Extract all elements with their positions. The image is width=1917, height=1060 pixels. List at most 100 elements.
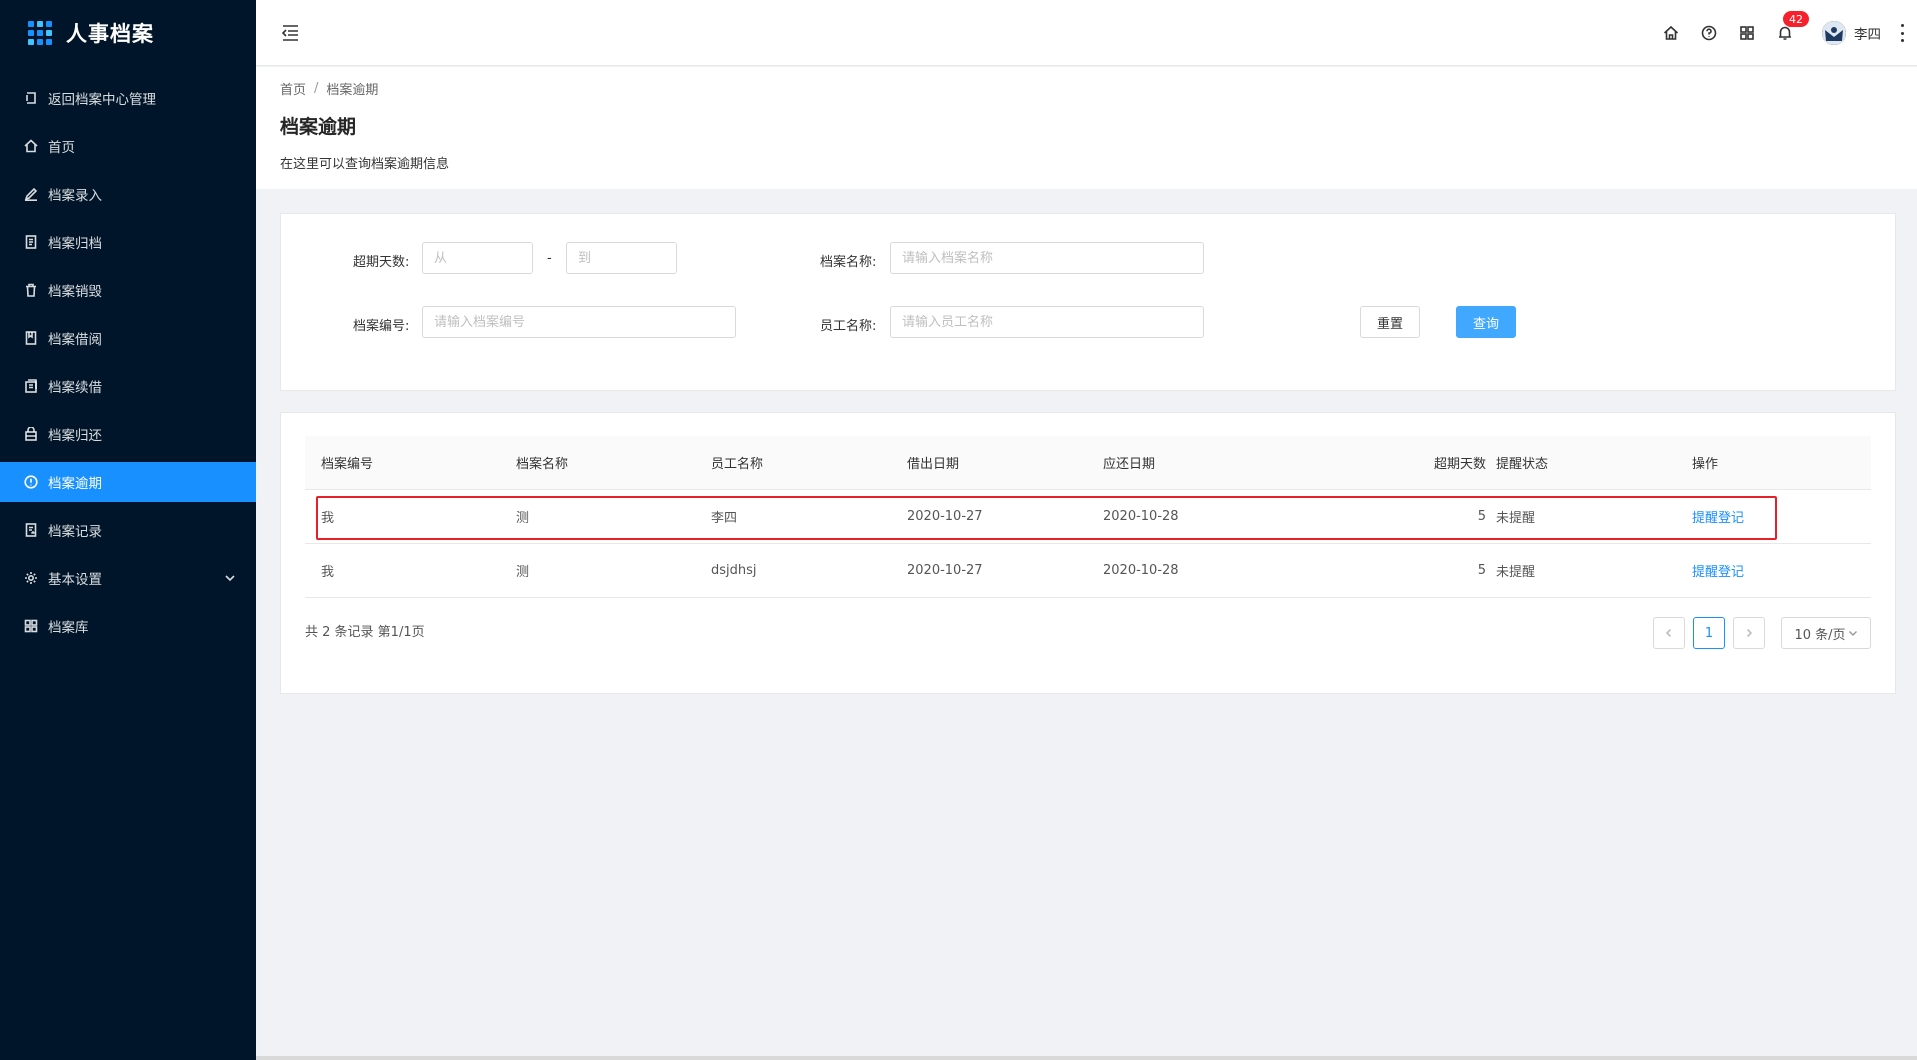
sidebar-item-label: 档案续借 — [48, 380, 102, 396]
cell-overdue-days: 5 — [1477, 509, 1486, 524]
cell-borrow-date: 2020-10-27 — [907, 509, 983, 524]
chevron-down-icon — [224, 572, 236, 588]
page-size-value: 10 条/页 — [1794, 627, 1846, 643]
breadcrumb-current: 档案逾期 — [326, 83, 379, 98]
edit-icon — [24, 187, 38, 201]
menu-fold-icon[interactable] — [280, 24, 300, 42]
col-due-date: 应还日期 — [1103, 457, 1156, 472]
chevron-left-icon — [1665, 628, 1672, 638]
sidebar-item-destroy[interactable]: 档案销毁 — [0, 270, 256, 310]
col-action: 操作 — [1692, 457, 1719, 472]
breadcrumb: 首页 / 档案逾期 — [280, 79, 1893, 98]
sidebar-item-label: 基本设置 — [48, 572, 102, 588]
sidebar-item-settings[interactable]: 基本设置 — [0, 558, 256, 598]
book-icon — [24, 331, 38, 345]
archive-name-label: 档案名称: — [820, 255, 877, 270]
col-archive-name: 档案名称 — [516, 457, 569, 472]
breadcrumb-home[interactable]: 首页 — [280, 79, 306, 98]
cell-due-date: 2020-10-28 — [1103, 509, 1179, 524]
sidebar-item-library[interactable]: 档案库 — [0, 606, 256, 646]
search-form: 超期天数: - 档案名称: 档案编号: 员工名称: 重置 查询 — [280, 213, 1896, 391]
prev-page-button[interactable] — [1653, 617, 1685, 649]
sidebar-item-borrow[interactable]: 档案借阅 — [0, 318, 256, 358]
top-header: 42 李四 — [256, 0, 1917, 66]
cell-due-date: 2020-10-28 — [1103, 563, 1179, 578]
sidebar-item-overdue[interactable]: 档案逾期 — [0, 462, 256, 502]
cell-employee: dsjdhsj — [711, 563, 757, 578]
gear-icon — [24, 571, 38, 585]
cell-overdue-days: 5 — [1477, 563, 1486, 578]
sidebar-item-label: 返回档案中心管理 — [48, 92, 156, 108]
help-icon[interactable] — [1700, 24, 1718, 42]
cell-archive-name: 测 — [516, 565, 530, 580]
employee-name-label: 员工名称: — [820, 319, 877, 334]
trash-icon — [24, 283, 38, 297]
sidebar-item-entry[interactable]: 档案录入 — [0, 174, 256, 214]
pagination-total: 共 2 条记录 第1/1页 — [305, 625, 425, 640]
sidebar-item-label: 档案库 — [48, 620, 89, 636]
sidebar-item-renew[interactable]: 档案续借 — [0, 366, 256, 406]
pagination: 1 10 条/页 — [1645, 617, 1871, 649]
renew-icon — [24, 379, 38, 393]
page-header: 首页 / 档案逾期 档案逾期 在这里可以查询档案逾期信息 — [256, 67, 1917, 189]
page-title: 档案逾期 — [280, 116, 357, 138]
archive-code-input[interactable] — [422, 306, 736, 338]
chevron-right-icon — [1746, 628, 1753, 638]
archive-name-input[interactable] — [890, 242, 1204, 274]
overdue-table: 档案编号 档案名称 员工名称 借出日期 应还日期 超期天数 提醒状态 操作 我 … — [305, 436, 1871, 598]
grid-icon — [24, 619, 38, 633]
sidebar-item-label: 档案销毁 — [48, 284, 102, 300]
home-icon[interactable] — [1662, 24, 1680, 42]
col-archive-code: 档案编号 — [321, 457, 374, 472]
sidebar-item-return[interactable]: 档案归还 — [0, 414, 256, 454]
page-size-select[interactable]: 10 条/页 — [1781, 617, 1871, 649]
sidebar: 人事档案 返回档案中心管理 首页 档案录入 档案归档 档案销毁 档案借阅 档案续… — [0, 0, 256, 1060]
apps-icon[interactable] — [1738, 24, 1756, 42]
sidebar-item-label: 档案录入 — [48, 188, 102, 204]
notification-badge: 42 — [1782, 10, 1810, 28]
logo[interactable]: 人事档案 — [0, 0, 256, 66]
col-overdue-days: 超期天数 — [1433, 457, 1486, 472]
apps-grid-icon — [28, 21, 52, 45]
overdue-from-input[interactable] — [422, 242, 533, 274]
sidebar-item-label: 档案借阅 — [48, 332, 102, 348]
header-actions: 42 李四 — [1662, 0, 1917, 66]
username[interactable]: 李四 — [1854, 23, 1881, 43]
range-separator: - — [547, 251, 552, 266]
sidebar-item-home[interactable]: 首页 — [0, 126, 256, 166]
remind-register-link[interactable]: 提醒登记 — [1692, 561, 1744, 580]
sidebar-item-records[interactable]: 档案记录 — [0, 510, 256, 550]
overdue-to-input[interactable] — [566, 242, 677, 274]
table-card: 档案编号 档案名称 员工名称 借出日期 应还日期 超期天数 提醒状态 操作 我 … — [280, 412, 1896, 694]
employee-name-input[interactable] — [890, 306, 1204, 338]
sidebar-item-archive[interactable]: 档案归档 — [0, 222, 256, 262]
sidebar-item-label: 档案归档 — [48, 236, 102, 252]
table-row: 我 测 李四 2020-10-27 2020-10-28 5 未提醒 提醒登记 — [305, 490, 1871, 544]
col-employee: 员工名称 — [711, 457, 764, 472]
table-row: 我 测 dsjdhsj 2020-10-27 2020-10-28 5 未提醒 … — [305, 544, 1871, 598]
more-vertical-icon[interactable] — [1897, 24, 1907, 42]
bell-icon[interactable]: 42 — [1776, 10, 1810, 42]
col-remind-status: 提醒状态 — [1496, 457, 1549, 472]
page-description: 在这里可以查询档案逾期信息 — [280, 157, 450, 172]
remind-register-link[interactable]: 提醒登记 — [1692, 507, 1744, 526]
sidebar-item-back[interactable]: 返回档案中心管理 — [0, 78, 256, 118]
avatar[interactable] — [1822, 21, 1846, 45]
back-icon — [24, 91, 38, 105]
sidebar-item-label: 档案逾期 — [48, 476, 102, 492]
breadcrumb-separator: / — [314, 81, 319, 96]
alert-icon — [24, 475, 38, 489]
sidebar-menu: 返回档案中心管理 首页 档案录入 档案归档 档案销毁 档案借阅 档案续借 档案归… — [0, 78, 256, 646]
cell-remind-status: 未提醒 — [1496, 565, 1536, 580]
col-borrow-date: 借出日期 — [907, 457, 960, 472]
reset-button[interactable]: 重置 — [1360, 306, 1420, 338]
next-page-button[interactable] — [1733, 617, 1765, 649]
chevron-down-icon — [1848, 631, 1857, 636]
archive-code-label: 档案编号: — [353, 319, 410, 334]
table-header: 档案编号 档案名称 员工名称 借出日期 应还日期 超期天数 提醒状态 操作 — [305, 436, 1871, 490]
return-icon — [24, 427, 38, 441]
sidebar-item-label: 档案记录 — [48, 524, 102, 540]
cell-employee: 李四 — [711, 511, 738, 526]
query-button[interactable]: 查询 — [1456, 306, 1516, 338]
page-number-button[interactable]: 1 — [1693, 617, 1725, 649]
